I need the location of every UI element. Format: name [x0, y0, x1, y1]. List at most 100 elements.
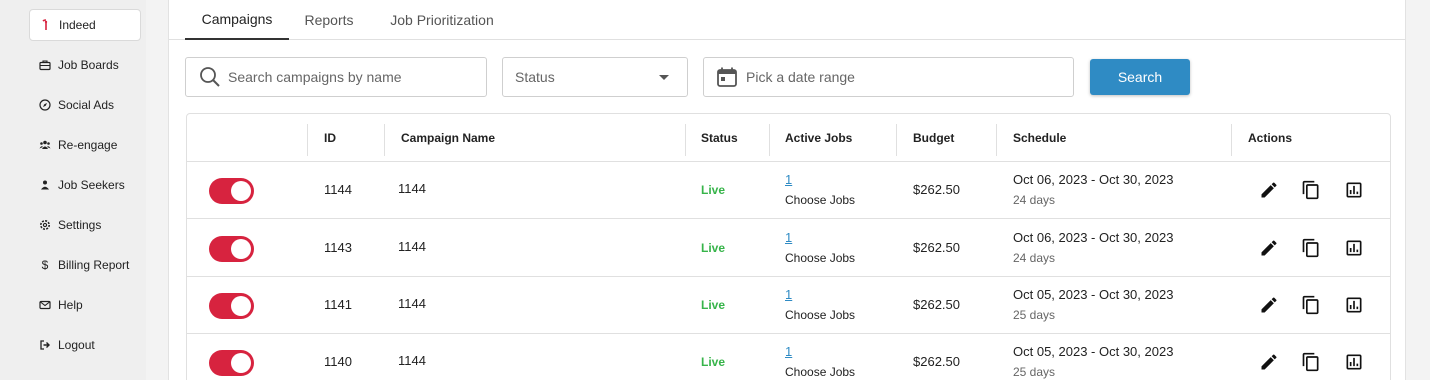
sidebar-item-label: Logout: [58, 338, 95, 352]
campaign-name: 1144: [398, 296, 426, 311]
campaign-toggle[interactable]: [209, 350, 254, 376]
column-divider: [1231, 124, 1232, 156]
edit-icon[interactable]: [1258, 179, 1280, 201]
copy-icon[interactable]: [1300, 179, 1322, 201]
schedule-duration: 25 days: [1013, 308, 1056, 322]
copy-icon[interactable]: [1300, 237, 1322, 259]
briefcase-icon: [38, 58, 52, 72]
campaigns-table: ID Campaign Name Status Active Jobs Budg…: [186, 113, 1391, 380]
analytics-icon[interactable]: [1343, 351, 1365, 373]
column-header-status[interactable]: Status: [701, 114, 738, 162]
schedule-range: Oct 05, 2023 - Oct 30, 2023: [1013, 287, 1174, 302]
table-header: ID Campaign Name Status Active Jobs Budg…: [187, 114, 1390, 162]
sidebar-item-label: Settings: [58, 218, 102, 232]
compass-icon: [38, 98, 52, 112]
copy-icon[interactable]: [1300, 351, 1322, 373]
column-header-schedule[interactable]: Schedule: [1013, 114, 1066, 162]
toggle-knob: [231, 181, 251, 201]
active-jobs-link[interactable]: 1: [785, 230, 792, 245]
users-icon: [38, 138, 52, 152]
campaign-id: 1144: [324, 182, 352, 197]
active-jobs-link[interactable]: 1: [785, 287, 792, 302]
schedule-duration: 24 days: [1013, 193, 1056, 207]
sidebar-item-label: Re-engage: [58, 138, 118, 152]
search-field[interactable]: [185, 57, 487, 97]
tab-reports[interactable]: Reports: [295, 0, 363, 40]
sidebar-item-logout[interactable]: Logout: [29, 329, 141, 361]
schedule-range: Oct 06, 2023 - Oct 30, 2023: [1013, 230, 1174, 245]
date-range-field[interactable]: Pick a date range: [703, 57, 1074, 97]
column-header-actions: Actions: [1248, 131, 1293, 145]
active-jobs-link[interactable]: 1: [785, 172, 792, 187]
edit-icon[interactable]: [1258, 351, 1280, 373]
chevron-down-icon: [659, 75, 669, 80]
campaign-id: 1143: [324, 240, 352, 255]
table-row: 1141 1144 Live 1 Choose Jobs $262.50 Oct…: [187, 277, 1390, 334]
column-header-id[interactable]: ID: [324, 114, 336, 162]
schedule-range: Oct 06, 2023 - Oct 30, 2023: [1013, 172, 1174, 187]
status-badge: Live: [701, 183, 726, 197]
status-badge: Live: [701, 298, 726, 312]
table-row: 1144 1144 Live 1 Choose Jobs $262.50 Oct…: [187, 162, 1390, 219]
sidebar-item-job-boards[interactable]: Job Boards: [29, 49, 141, 81]
dollar-icon: $: [41, 258, 49, 272]
schedule-range: Oct 05, 2023 - Oct 30, 2023: [1013, 344, 1174, 359]
status-badge: Live: [701, 241, 726, 255]
column-header-active-jobs[interactable]: Active Jobs: [785, 114, 852, 162]
sidebar-item-settings[interactable]: Settings: [29, 209, 141, 241]
analytics-icon[interactable]: [1343, 179, 1365, 201]
campaign-name: 1144: [398, 239, 426, 254]
campaign-id: 1141: [324, 297, 352, 312]
gear-icon: [38, 218, 52, 232]
date-range-placeholder: Pick a date range: [746, 69, 855, 85]
sidebar-item-label: Job Boards: [58, 58, 119, 72]
sidebar-item-billing-report[interactable]: $ Billing Report: [29, 249, 141, 281]
choose-jobs-link[interactable]: Choose Jobs: [785, 365, 855, 379]
tab-campaigns[interactable]: Campaigns: [185, 0, 289, 40]
sidebar: Indeed Job Boards Social Ads Re-engage J…: [0, 0, 146, 380]
status-select[interactable]: Status: [502, 57, 688, 97]
logout-icon: [38, 338, 52, 352]
sidebar-item-indeed[interactable]: Indeed: [29, 9, 141, 41]
sidebar-item-re-engage[interactable]: Re-engage: [29, 129, 141, 161]
column-header-campaign-name[interactable]: Campaign Name: [401, 114, 495, 162]
calendar-icon: [716, 66, 738, 88]
column-divider: [384, 124, 385, 156]
campaign-toggle[interactable]: [209, 178, 254, 204]
campaign-name: 1144: [398, 353, 426, 368]
column-header-budget[interactable]: Budget: [913, 114, 954, 162]
campaign-id: 1140: [324, 354, 352, 369]
toggle-knob: [231, 296, 251, 316]
campaign-toggle[interactable]: [209, 293, 254, 319]
search-input[interactable]: [228, 69, 486, 85]
edit-icon[interactable]: [1258, 237, 1280, 259]
column-divider: [769, 124, 770, 156]
choose-jobs-link[interactable]: Choose Jobs: [785, 251, 855, 265]
sidebar-item-help[interactable]: Help: [29, 289, 141, 321]
copy-icon[interactable]: [1300, 294, 1322, 316]
sidebar-item-job-seekers[interactable]: Job Seekers: [29, 169, 141, 201]
sidebar-item-social-ads[interactable]: Social Ads: [29, 89, 141, 121]
tab-job-prioritization[interactable]: Job Prioritization: [378, 0, 506, 40]
analytics-icon[interactable]: [1343, 237, 1365, 259]
main-panel: Campaigns Reports Job Prioritization Sta…: [168, 0, 1406, 380]
choose-jobs-link[interactable]: Choose Jobs: [785, 193, 855, 207]
budget-value: $262.50: [913, 354, 960, 369]
status-select-label: Status: [515, 69, 555, 85]
sidebar-item-label: Job Seekers: [58, 178, 125, 192]
choose-jobs-link[interactable]: Choose Jobs: [785, 308, 855, 322]
person-icon: [38, 178, 52, 192]
search-icon: [198, 65, 222, 89]
analytics-icon[interactable]: [1343, 294, 1365, 316]
campaign-toggle[interactable]: [209, 236, 254, 262]
column-divider: [996, 124, 997, 156]
sidebar-item-label: Indeed: [59, 18, 96, 32]
mail-icon: [38, 298, 52, 312]
search-button[interactable]: Search: [1090, 59, 1190, 95]
edit-icon[interactable]: [1258, 294, 1280, 316]
indeed-icon: [39, 18, 53, 32]
schedule-duration: 25 days: [1013, 365, 1056, 379]
column-divider: [896, 124, 897, 156]
active-jobs-link[interactable]: 1: [785, 344, 792, 359]
toggle-knob: [231, 239, 251, 259]
